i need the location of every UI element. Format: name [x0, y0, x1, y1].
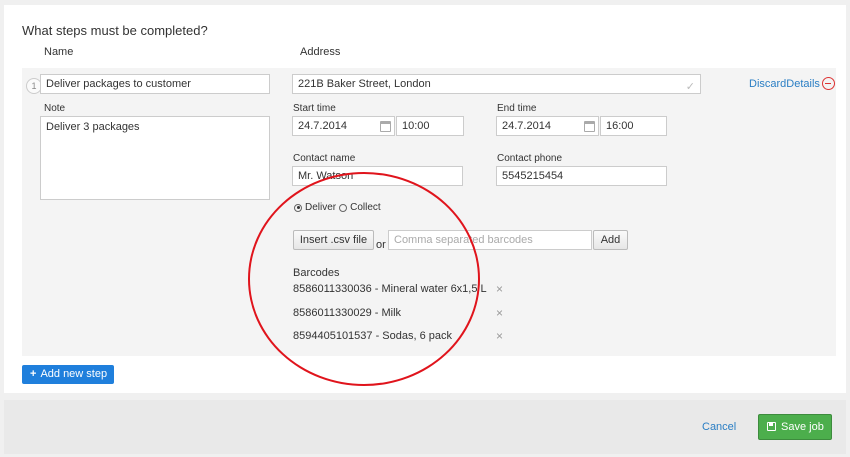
calendar-icon[interactable]: [584, 121, 595, 132]
calendar-icon[interactable]: [380, 121, 391, 132]
step-row: 1 Deliver packages to customer 221B Bake…: [22, 68, 836, 356]
remove-barcode-icon[interactable]: ×: [496, 282, 503, 296]
check-icon: ✓: [685, 81, 695, 93]
remove-step-icon[interactable]: [822, 77, 835, 90]
barcodes-input[interactable]: Comma separated barcodes: [388, 230, 592, 250]
start-time-input[interactable]: 10:00: [396, 116, 464, 136]
plus-icon: +: [30, 368, 37, 380]
end-time-label: End time: [497, 103, 537, 114]
collect-radio-label: Collect: [350, 202, 381, 213]
or-separator: or: [376, 239, 386, 251]
barcode-item: 8586011330029 - Milk: [293, 307, 402, 319]
add-new-step-button[interactable]: + Add new step: [22, 365, 114, 384]
start-time-label: Start time: [293, 103, 336, 114]
contact-phone-input[interactable]: 5545215454: [496, 166, 667, 186]
save-icon: [767, 422, 776, 431]
end-time-input[interactable]: 16:00: [600, 116, 667, 136]
save-job-label: Save job: [781, 421, 824, 433]
end-date-value: 24.7.2014: [502, 120, 551, 132]
contact-name-label: Contact name: [293, 153, 356, 164]
discard-details-link[interactable]: DiscardDetails: [749, 78, 820, 90]
start-date-value: 24.7.2014: [298, 120, 347, 132]
address-value: 221B Baker Street, London: [298, 78, 431, 90]
insert-csv-button[interactable]: Insert .csv file: [293, 230, 374, 250]
save-job-button[interactable]: Save job: [758, 414, 832, 440]
column-header-name: Name: [44, 46, 74, 58]
cancel-link[interactable]: Cancel: [702, 421, 736, 433]
collect-radio[interactable]: [339, 203, 348, 212]
start-date-input[interactable]: 24.7.2014: [292, 116, 395, 136]
address-input[interactable]: 221B Baker Street, London ✓: [292, 74, 701, 94]
remove-barcode-icon[interactable]: ×: [496, 329, 503, 343]
footer-bar: Cancel Save job: [4, 400, 846, 454]
remove-barcode-icon[interactable]: ×: [496, 306, 503, 320]
mode-radio-group: Deliver Collect: [294, 202, 381, 213]
contact-phone-label: Contact phone: [497, 153, 563, 164]
column-header-address: Address: [300, 46, 341, 58]
deliver-radio[interactable]: [294, 203, 302, 212]
job-steps-card: What steps must be completed? Name Addre…: [4, 5, 846, 393]
note-label: Note: [44, 103, 66, 114]
barcodes-label: Barcodes: [293, 267, 340, 279]
add-barcode-button[interactable]: Add: [593, 230, 628, 250]
step-name-input[interactable]: Deliver packages to customer: [40, 74, 270, 94]
note-textarea[interactable]: Deliver 3 packages: [40, 116, 270, 200]
section-title: What steps must be completed?: [22, 23, 208, 38]
barcode-item: 8586011330036 - Mineral water 6x1,5 L: [293, 283, 487, 295]
deliver-radio-label: Deliver: [305, 202, 337, 213]
contact-name-input[interactable]: Mr. Watson: [292, 166, 463, 186]
add-new-step-label: Add new step: [40, 368, 108, 380]
barcode-item: 8594405101537 - Sodas, 6 pack: [293, 330, 453, 342]
end-date-input[interactable]: 24.7.2014: [496, 116, 599, 136]
